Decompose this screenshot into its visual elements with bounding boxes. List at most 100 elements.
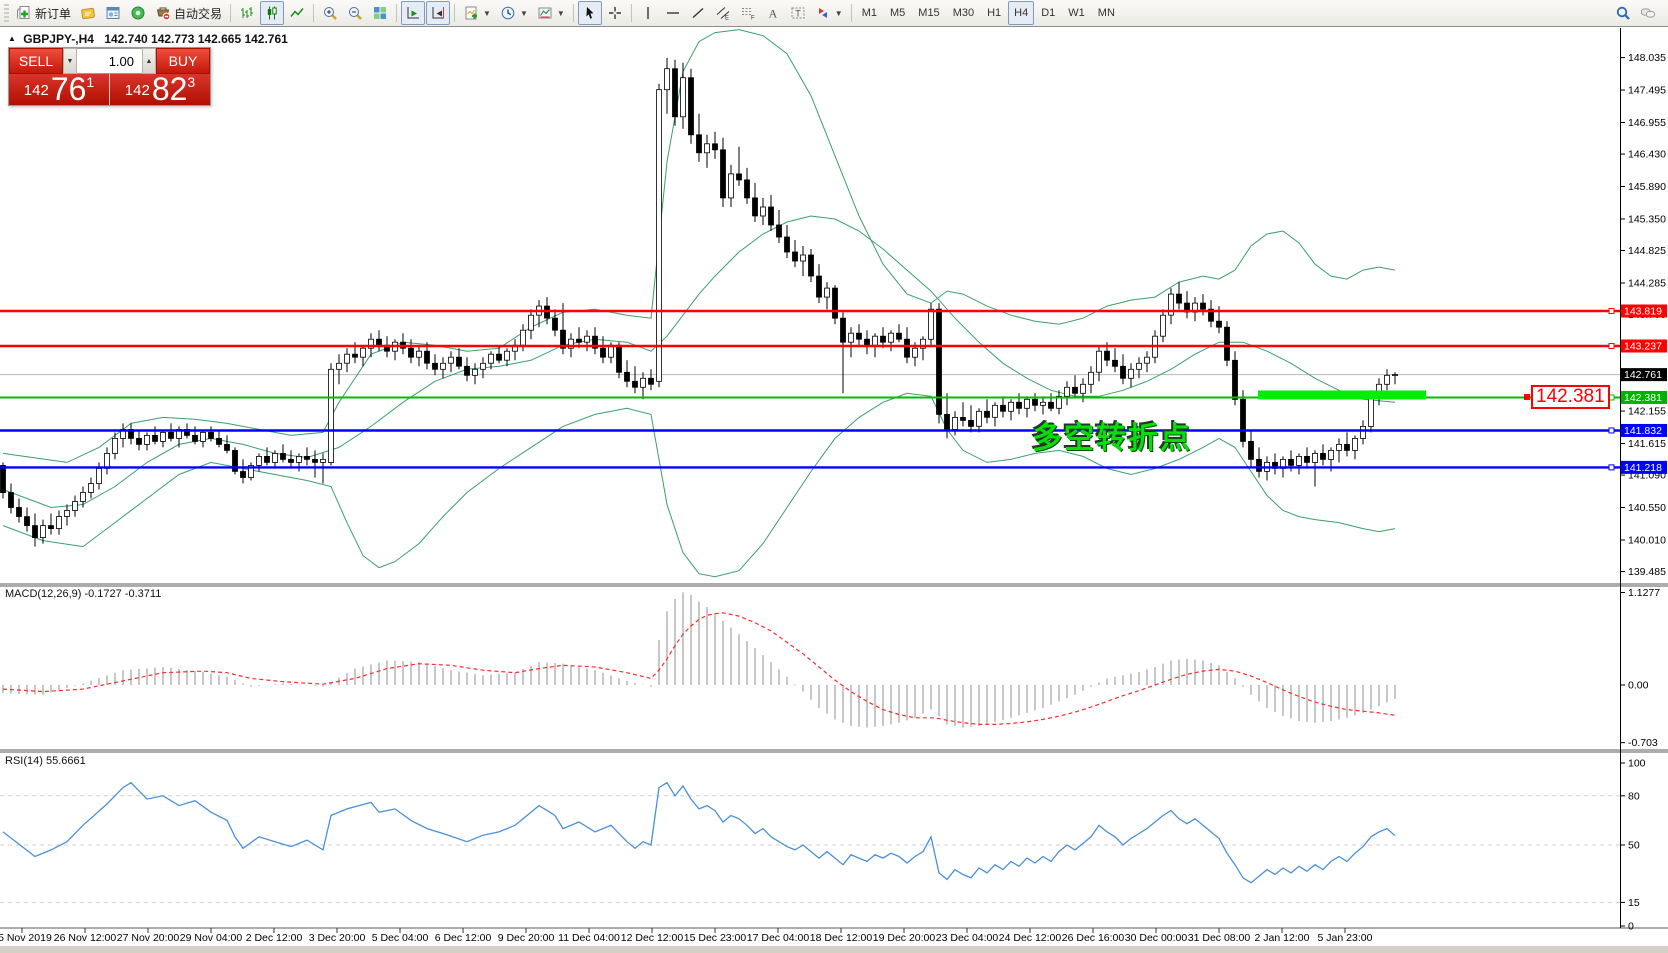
time-tick-label: 9 Dec 20:00 (498, 932, 555, 944)
time-tick-label: 27 Nov 20:00 (117, 932, 180, 944)
horizontal-line-button[interactable] (661, 1, 685, 25)
timeframe-w1[interactable]: W1 (1062, 1, 1091, 25)
toolbar-grip[interactable] (4, 4, 9, 22)
timeframe-d1[interactable]: D1 (1035, 1, 1061, 25)
time-tick-label: 26 Nov 12:00 (54, 932, 117, 944)
zoom-out-button[interactable] (343, 1, 367, 25)
crosshair-button[interactable] (603, 1, 627, 25)
cursor-button[interactable] (578, 1, 602, 25)
price-tick-label: 147.495 (1628, 85, 1666, 97)
search-icon (1615, 5, 1631, 21)
cursor-icon (582, 5, 598, 21)
price-tick-label: 146.955 (1628, 117, 1666, 129)
profile-button[interactable] (76, 1, 100, 25)
price-tick-label: 140.550 (1628, 502, 1666, 514)
price-tick-label: 144.825 (1628, 245, 1666, 257)
rsi-scale-label: 15 (1628, 897, 1640, 909)
autotrade-icon (155, 5, 171, 21)
templates-button[interactable]: ▼ (533, 1, 569, 25)
chat-icon (1640, 5, 1656, 21)
svg-text:F: F (751, 16, 755, 22)
chart-annotation-text[interactable]: 多空转折点 (1032, 413, 1192, 457)
fibonacci-button[interactable]: F (736, 1, 760, 25)
arrows-button[interactable]: ▼ (811, 1, 847, 25)
svg-text:T: T (795, 9, 801, 19)
vertical-line-icon (640, 5, 656, 21)
toolbar-separator (851, 4, 852, 22)
rsi-scale-label: 100 (1628, 758, 1646, 770)
new-order-icon (16, 5, 32, 21)
text-label-button[interactable]: T (786, 1, 810, 25)
periods-button[interactable]: ▼ (496, 1, 532, 25)
channel-button[interactable]: E (711, 1, 735, 25)
bollinger-middle-band (3, 216, 1395, 508)
time-tick-label: 31 Dec 08:00 (1188, 932, 1251, 944)
text-icon: A (765, 5, 781, 21)
main-toolbar: 新订单 自动交易 ▼ ▼ (0, 0, 1668, 27)
autoscroll-button[interactable] (401, 1, 425, 25)
rsi-pane: 1008050150 (0, 758, 1646, 933)
bar-chart-button[interactable] (235, 1, 259, 25)
horizontal-line-icon (665, 5, 681, 21)
price-tick-label: 148.035 (1628, 52, 1666, 64)
indicators-button[interactable]: ▼ (459, 1, 495, 25)
search-button[interactable] (1611, 1, 1635, 25)
chat-button[interactable] (1636, 1, 1660, 25)
market-watch-button[interactable] (101, 1, 125, 25)
price-badge-label: 141.832 (1624, 425, 1662, 437)
timeframe-m30[interactable]: M30 (947, 1, 980, 25)
macd-scale-label: 1.1277 (1628, 587, 1660, 599)
svg-text:A: A (768, 7, 777, 21)
toolbar-separator (573, 4, 574, 22)
autotrade-button[interactable]: 自动交易 (151, 1, 226, 25)
new-order-label: 新订单 (35, 5, 71, 22)
chart-shift-button[interactable] (426, 1, 450, 25)
time-tick-label: 3 Dec 20:00 (309, 932, 366, 944)
channel-icon: E (715, 5, 731, 21)
chart-canvas[interactable]: 148.035147.495146.955146.430145.890145.3… (0, 27, 1668, 953)
time-tick-label: 29 Nov 04:00 (180, 932, 243, 944)
timeframe-h4[interactable]: H4 (1008, 1, 1034, 25)
navigator-button[interactable] (126, 1, 150, 25)
timeframe-m5[interactable]: M5 (884, 1, 911, 25)
timeframe-mn[interactable]: MN (1092, 1, 1121, 25)
buy-price-button[interactable]: 142 82 3 (110, 74, 210, 105)
timeframe-m1[interactable]: M1 (856, 1, 883, 25)
vertical-line-button[interactable] (636, 1, 660, 25)
market-watch-icon (105, 5, 121, 21)
line-chart-icon (289, 5, 305, 21)
new-order-button[interactable]: 新订单 (12, 1, 75, 25)
text-button[interactable]: A (761, 1, 785, 25)
price-badge-label: 142.761 (1624, 369, 1662, 381)
line-chart-button[interactable] (285, 1, 309, 25)
price-tick-label: 142.155 (1628, 406, 1666, 418)
chevron-down-icon: ▼ (483, 9, 491, 18)
candlesticks (1, 58, 1398, 547)
tile-windows-button[interactable] (368, 1, 392, 25)
autotrade-label: 自动交易 (174, 5, 222, 22)
timeframe-h1[interactable]: H1 (981, 1, 1007, 25)
indicators-icon (463, 5, 479, 21)
time-axis[interactable]: 25 Nov 201926 Nov 12:0027 Nov 20:0029 No… (0, 928, 1373, 944)
toolbar-separator (230, 4, 231, 22)
price-level-handle[interactable] (1524, 394, 1530, 400)
timeframe-m15[interactable]: M15 (912, 1, 945, 25)
crosshair-icon (607, 5, 623, 21)
green-highlight-segment[interactable] (1258, 390, 1426, 399)
volume-input[interactable]: 1.00 (77, 48, 142, 74)
sell-price-button[interactable]: 142 76 1 (9, 74, 110, 105)
ohlc-values: 142.740 142.773 142.665 142.761 (104, 32, 288, 46)
svg-text:E: E (725, 16, 729, 22)
sell-price-big: 76 (51, 75, 87, 104)
collapse-triangle-icon[interactable]: ▲ (8, 34, 16, 43)
zoom-in-button[interactable] (318, 1, 342, 25)
trendline-button[interactable] (686, 1, 710, 25)
navigator-icon (130, 5, 146, 21)
candle-chart-button[interactable] (260, 1, 284, 25)
price-tick-label: 140.010 (1628, 535, 1666, 547)
zoom-in-icon (322, 5, 338, 21)
rsi-scale-label: 0 (1628, 921, 1634, 933)
price-level-label[interactable]: 142.381 (1531, 385, 1610, 409)
profile-icon (80, 5, 96, 21)
symbol-label: GBPJPY-,H4 (23, 32, 94, 46)
